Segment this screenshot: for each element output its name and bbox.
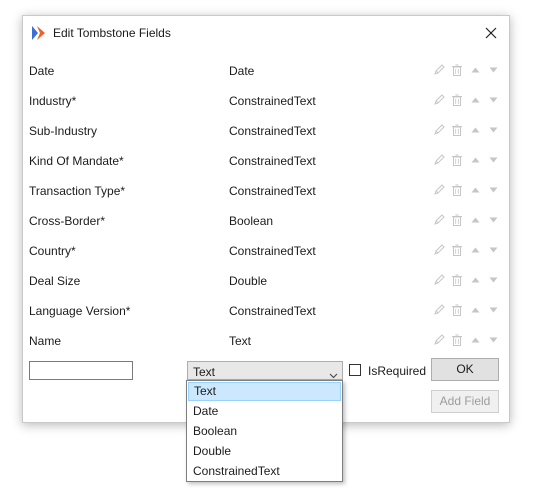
delete-trash-icon[interactable] — [451, 334, 463, 346]
field-type: Text — [229, 334, 252, 348]
row-actions — [431, 94, 498, 106]
edit-pencil-icon[interactable] — [433, 184, 445, 196]
field-name: Cross-Border* — [29, 214, 106, 228]
field-row[interactable]: Industry* ConstrainedText — [23, 85, 509, 115]
row-actions — [431, 244, 498, 256]
type-option-boolean[interactable]: Boolean — [188, 422, 341, 441]
field-row[interactable]: Language Version* ConstrainedText — [23, 295, 509, 325]
delete-trash-icon[interactable] — [451, 244, 463, 256]
edit-pencil-icon[interactable] — [433, 334, 445, 346]
row-actions — [431, 274, 498, 286]
field-type: ConstrainedText — [229, 244, 316, 258]
field-type: Boolean — [229, 214, 274, 228]
row-actions — [431, 334, 498, 346]
move-up-icon[interactable] — [471, 67, 480, 73]
delete-trash-icon[interactable] — [451, 184, 463, 196]
field-row[interactable]: Deal Size Double — [23, 265, 509, 295]
type-option-constrainedtext[interactable]: ConstrainedText — [188, 462, 341, 481]
field-type: ConstrainedText — [229, 124, 316, 138]
move-down-icon[interactable] — [489, 67, 498, 73]
field-name: Transaction Type* — [29, 184, 126, 198]
dialog-titlebar: Edit Tombstone Fields — [23, 16, 509, 50]
delete-trash-icon[interactable] — [451, 154, 463, 166]
type-option-double[interactable]: Double — [188, 442, 341, 461]
row-actions — [431, 124, 498, 136]
ok-button[interactable]: OK — [431, 358, 499, 381]
is-required-checkbox[interactable] — [349, 364, 361, 376]
move-up-icon[interactable] — [471, 247, 480, 253]
row-actions — [431, 184, 498, 196]
edit-pencil-icon[interactable] — [433, 64, 445, 76]
move-down-icon[interactable] — [489, 337, 498, 343]
edit-pencil-icon[interactable] — [433, 274, 445, 286]
move-down-icon[interactable] — [489, 307, 498, 313]
is-required-label: IsRequired — [368, 364, 427, 378]
move-up-icon[interactable] — [471, 97, 480, 103]
field-name: Industry* — [29, 94, 77, 108]
move-down-icon[interactable] — [489, 187, 498, 193]
add-field-button[interactable]: Add Field — [431, 390, 499, 413]
field-name: Name — [29, 334, 62, 348]
field-type: Double — [229, 274, 268, 288]
edit-pencil-icon[interactable] — [433, 154, 445, 166]
field-type: Date — [229, 64, 255, 78]
delete-trash-icon[interactable] — [451, 94, 463, 106]
field-row[interactable]: Cross-Border* Boolean — [23, 205, 509, 235]
field-row[interactable]: Transaction Type* ConstrainedText — [23, 175, 509, 205]
close-icon[interactable] — [481, 24, 501, 42]
edit-pencil-icon[interactable] — [433, 124, 445, 136]
field-name: Country* — [29, 244, 76, 258]
move-down-icon[interactable] — [489, 127, 498, 133]
move-down-icon[interactable] — [489, 157, 498, 163]
field-row[interactable]: Country* ConstrainedText — [23, 235, 509, 265]
field-name: Date — [29, 64, 55, 78]
type-dropdown-list: Text Date Boolean Double ConstrainedText — [186, 380, 343, 482]
field-name: Language Version* — [29, 304, 131, 318]
move-down-icon[interactable] — [489, 97, 498, 103]
delete-trash-icon[interactable] — [451, 274, 463, 286]
field-row[interactable]: Name Text — [23, 325, 509, 355]
dialog-title: Edit Tombstone Fields — [53, 26, 171, 40]
delete-trash-icon[interactable] — [451, 304, 463, 316]
type-select-value: Text — [193, 365, 216, 379]
move-up-icon[interactable] — [471, 157, 480, 163]
move-up-icon[interactable] — [471, 127, 480, 133]
move-up-icon[interactable] — [471, 217, 480, 223]
new-field-name-input[interactable] — [29, 361, 133, 380]
field-name: Sub-Industry — [29, 124, 98, 138]
new-field-type-select[interactable]: Text — [187, 361, 343, 380]
field-type: ConstrainedText — [229, 94, 316, 108]
move-up-icon[interactable] — [471, 307, 480, 313]
field-row[interactable]: Kind Of Mandate* ConstrainedText — [23, 145, 509, 175]
app-logo-icon — [32, 26, 46, 40]
delete-trash-icon[interactable] — [451, 214, 463, 226]
delete-trash-icon[interactable] — [451, 124, 463, 136]
field-name: Kind Of Mandate* — [29, 154, 124, 168]
move-up-icon[interactable] — [471, 277, 480, 283]
move-up-icon[interactable] — [471, 337, 480, 343]
edit-pencil-icon[interactable] — [433, 94, 445, 106]
move-down-icon[interactable] — [489, 217, 498, 223]
edit-pencil-icon[interactable] — [433, 304, 445, 316]
delete-trash-icon[interactable] — [451, 64, 463, 76]
field-type: ConstrainedText — [229, 154, 316, 168]
edit-tombstone-fields-dialog: Edit Tombstone Fields Date Date Industry* C… — [22, 15, 510, 423]
move-down-icon[interactable] — [489, 247, 498, 253]
row-actions — [431, 214, 498, 226]
field-name: Deal Size — [29, 274, 81, 288]
field-type: ConstrainedText — [229, 304, 316, 318]
row-actions — [431, 304, 498, 316]
move-up-icon[interactable] — [471, 187, 480, 193]
edit-pencil-icon[interactable] — [433, 214, 445, 226]
type-option-date[interactable]: Date — [188, 402, 341, 421]
move-down-icon[interactable] — [489, 277, 498, 283]
row-actions — [431, 64, 498, 76]
field-list: Date Date Industry* ConstrainedText Sub-Indu… — [23, 55, 509, 355]
edit-pencil-icon[interactable] — [433, 244, 445, 256]
field-row[interactable]: Date Date — [23, 55, 509, 85]
row-actions — [431, 154, 498, 166]
field-type: ConstrainedText — [229, 184, 316, 198]
field-row[interactable]: Sub-Industry ConstrainedText — [23, 115, 509, 145]
type-option-text[interactable]: Text — [188, 382, 341, 401]
